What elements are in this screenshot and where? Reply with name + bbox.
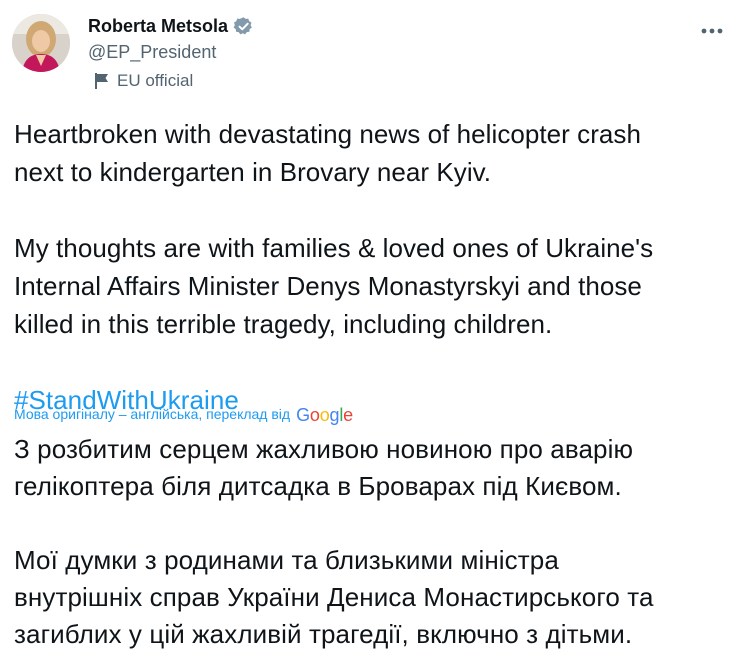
tweet-header: Roberta Metsola @EP_President EU officia… [12,14,725,96]
translated-line: гелікоптера біля дитсадка в Броварах під… [14,471,622,501]
translated-text: З розбитим серцем жахливою новиною про а… [14,431,729,653]
more-button[interactable] [699,20,725,42]
verified-badge-icon [233,16,254,37]
tweet-paragraph: Heartbroken with devastating news of hel… [14,115,729,191]
tweet-paragraph: My thoughts are with families & loved on… [14,229,729,343]
flag-icon [94,72,110,90]
translated-line: внутрішніх справ України Дениса Монастир… [14,582,654,612]
translated-line: З розбитим серцем жахливою новиною про а… [14,434,634,464]
google-logo-letter: e [343,404,353,425]
google-logo-letter: o [319,404,330,425]
google-logo-letter: g [329,404,340,425]
google-logo-letter: G [296,404,310,425]
more-icon [701,28,723,34]
tweet-line: Internal Affairs Minister Denys Monastyr… [14,271,642,301]
translated-paragraph: Мої думки з родинами та близькими мініст… [14,542,729,653]
tweet-line: My thoughts are with families & loved on… [14,233,654,263]
translated-line: Мої думки з родинами та близькими мініст… [14,545,559,575]
google-logo: Google [296,405,353,426]
avatar-image [12,14,70,72]
name-row: Roberta Metsola [88,14,254,38]
translation-notice-text: Мова оригіналу – англійська, переклад ві… [14,406,291,422]
avatar[interactable] [12,14,70,72]
tweet-line: killed in this terrible tragedy, includi… [14,309,553,339]
tweet: Roberta Metsola @EP_President EU officia… [0,0,737,669]
handle[interactable]: @EP_President [88,40,216,64]
label-text: EU official [117,71,194,90]
tweet-line: next to kindergarten in Brovary near Kyi… [14,157,492,187]
tweet-text: Heartbroken with devastating news of hel… [14,115,729,419]
tweet-line: Heartbroken with devastating news of hel… [14,119,641,149]
affiliation-label: EU official [94,69,193,93]
translated-line: загиблих у цій жахливій трагедії, включн… [14,619,633,649]
translation-notice[interactable]: Мова оригіналу – англійська, переклад ві… [14,402,353,426]
google-logo-letter: o [309,404,320,425]
display-name[interactable]: Roberta Metsola [88,14,228,38]
translated-paragraph: З розбитим серцем жахливою новиною про а… [14,431,729,505]
